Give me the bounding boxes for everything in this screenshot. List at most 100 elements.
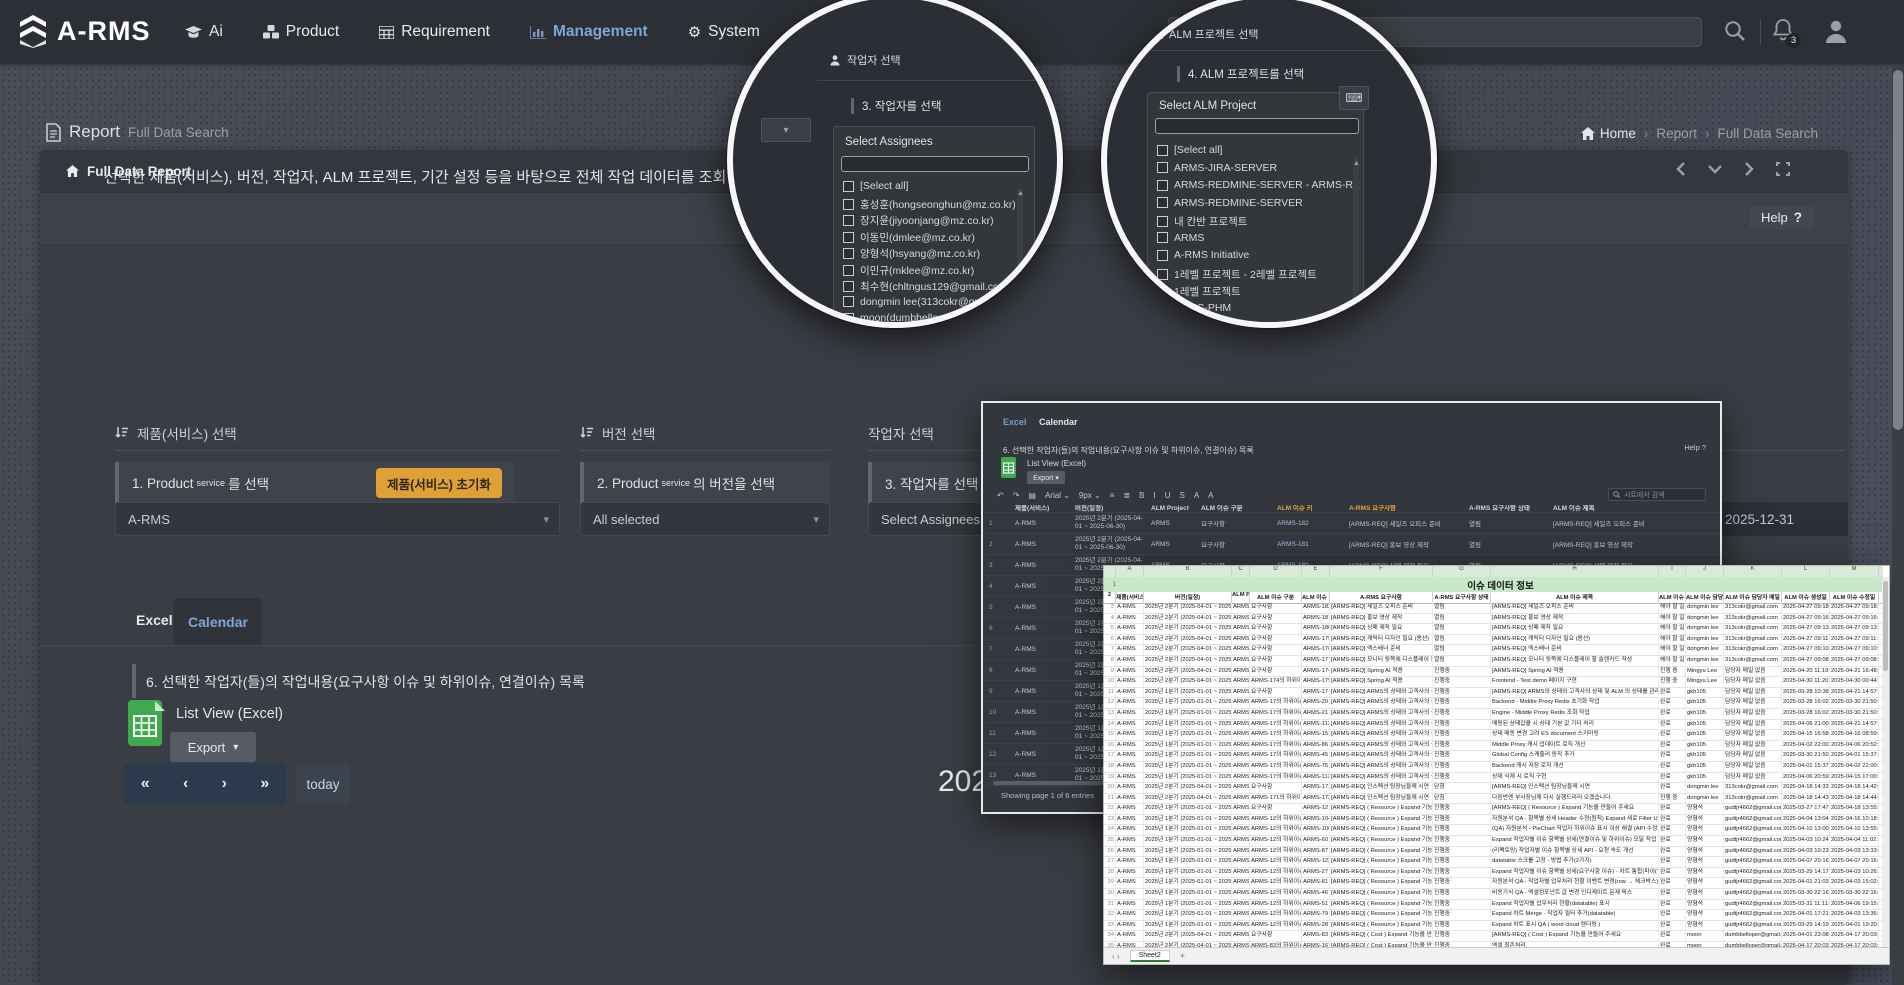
sheet-row[interactable]: 27A-RMS2025년 1분기 (2025-01-01 ~ 2025-03-3… (1104, 857, 1883, 868)
sheet-column-header[interactable]: ALM 이슈 구분 (1250, 592, 1302, 603)
tab-calendar[interactable]: Calendar (174, 598, 262, 645)
sheet-row[interactable]: 4A-RMS2025년 2분기 (2025-04-01 ~ 2025-06-30… (1104, 614, 1883, 625)
sheet-row[interactable]: 16A-RMS2025년 1분기 (2025-01-01 ~ 2025-03-3… (1104, 741, 1883, 752)
win-export-button[interactable]: Export ▾ (1027, 471, 1065, 484)
sheet-row[interactable]: 15A-RMS2025년 1분기 (2025-01-01 ~ 2025-03-3… (1104, 730, 1883, 741)
sheet-row[interactable]: 14A-RMS2025년 1분기 (2025-01-01 ~ 2025-03-3… (1104, 720, 1883, 731)
col-letter[interactable]: I (1659, 566, 1686, 577)
sheet-column-header[interactable]: ALM 이슈 담당자 (1686, 592, 1724, 603)
vertical-scrollbar[interactable] (1882, 577, 1889, 949)
assignee-option[interactable]: 이동민(dmlee@mz.co.kr) (843, 230, 975, 245)
sheet-row[interactable]: 8A-RMS2025년 2분기 (2025-04-01 ~ 2025-06-30… (1104, 656, 1883, 667)
product-reset-button[interactable]: 제품(서비스) 초기화 (376, 468, 502, 498)
sheet-column-header[interactable]: ALM 이슈 담당자 메일 (1724, 592, 1782, 603)
assignee-option[interactable]: 양형석(hsyang@mz.co.kr) (843, 246, 980, 261)
scrollbar-thumb[interactable] (1893, 70, 1903, 430)
checkbox-icon[interactable] (1157, 269, 1168, 280)
column-header[interactable]: ALM 이슈 제목 (1549, 505, 1720, 512)
user-avatar-icon[interactable] (1824, 18, 1848, 44)
list-scrollbar[interactable]: ▲ (1353, 158, 1359, 300)
toolbar-button[interactable]: B (1139, 491, 1144, 500)
alm-option[interactable]: ARMS-JIRA-SERVER (1157, 162, 1277, 174)
alm-option[interactable]: 1레벨 프로젝트 - 2레벨 프로젝트 (1157, 267, 1317, 282)
checkbox-icon[interactable] (843, 232, 854, 243)
sheet-column-header[interactable]: 버전(일정) (1144, 592, 1232, 603)
win-tab-calendar[interactable]: Calendar (1039, 417, 1078, 427)
col-letter[interactable]: K (1724, 566, 1782, 577)
table-row[interactable]: 1A-RMS2025년 2분기 (2025-04-01 ~ 2025-06-30… (985, 513, 1720, 534)
sheet-row[interactable]: 29A-RMS2025년 1분기 (2025-01-01 ~ 2025-03-3… (1104, 878, 1883, 889)
sheet-row[interactable]: 9A-RMS2025년 2분기 (2025-04-01 ~ 2025-06-30… (1104, 667, 1883, 678)
alm-option[interactable]: ARMS (1157, 232, 1204, 244)
assignee-option[interactable]: dongmin lee(313cokr@gmail.com) (843, 296, 1020, 308)
next-button[interactable]: › (216, 775, 233, 793)
product-dropdown[interactable]: A-RMS▾ (115, 502, 560, 536)
menu-item-ai[interactable]: Ai (185, 23, 223, 41)
checkbox-icon[interactable] (843, 313, 854, 324)
col-letter[interactable]: A (1116, 566, 1144, 577)
sheet-column-header[interactable]: ALM 이슈 수정일 (1830, 592, 1879, 603)
export-button[interactable]: Export▾ (170, 732, 256, 762)
column-header[interactable]: ALM 이슈 구분 (1197, 505, 1273, 512)
sheet-row[interactable]: 23A-RMS2025년 1분기 (2025-01-01 ~ 2025-03-3… (1104, 815, 1883, 826)
sheet-row[interactable]: 7A-RMS2025년 2분기 (2025-04-01 ~ 2025-06-30… (1104, 645, 1883, 656)
sheet-row[interactable]: 12A-RMS2025년 1분기 (2025-01-01 ~ 2025-03-3… (1104, 698, 1883, 709)
checkbox-icon[interactable] (1157, 180, 1168, 191)
chevron-down-icon[interactable] (1708, 164, 1722, 174)
assignee-option[interactable]: 장지윤(jiyoonjang@mz.co.kr) (843, 213, 994, 228)
column-header[interactable]: ALM 이슈 키 (1273, 505, 1345, 512)
sheet-row[interactable]: 25A-RMS2025년 1분기 (2025-01-01 ~ 2025-03-3… (1104, 836, 1883, 847)
checkbox-icon[interactable] (1157, 232, 1168, 243)
assignee-option[interactable]: 홍성훈(hongseonghun@mz.co.kr) (843, 197, 1016, 212)
sheet-column-header[interactable]: 제품(서비스) (1116, 592, 1144, 603)
last-page-button[interactable]: » (254, 775, 275, 793)
sheet-row[interactable]: 34A-RMS2025년 2분기 (2025-04-01 ~ 2025-06-3… (1104, 931, 1883, 942)
sheet-column-header[interactable]: ALM 이슈 생성일 (1782, 592, 1830, 603)
sheet-column-header[interactable]: A-RMS 요구사항 상태 (1433, 592, 1491, 603)
sheet-tab[interactable]: Sheet2 (1130, 950, 1170, 962)
checkbox-icon[interactable] (843, 215, 854, 226)
col-letter[interactable]: J (1686, 566, 1724, 577)
app-logo[interactable]: A-RMS (18, 14, 151, 48)
checkbox-icon[interactable] (1157, 162, 1168, 173)
tab-excel[interactable]: Excel (136, 612, 173, 628)
breadcrumb-home[interactable]: Home (1581, 126, 1636, 141)
column-header[interactable]: 제품(서비스) (1011, 505, 1071, 512)
toolbar-button[interactable]: ↶ (997, 491, 1004, 500)
toolbar-button[interactable]: Arial ⌄ (1045, 491, 1070, 500)
assignee-filter-input[interactable] (841, 156, 1029, 172)
toolbar-button[interactable]: ▤ (1028, 491, 1036, 500)
col-letter[interactable]: B (1144, 566, 1232, 577)
checkbox-icon[interactable] (843, 281, 854, 292)
column-header[interactable]: A-RMS 요구사항 상태 (1465, 505, 1549, 512)
chevron-right-icon[interactable] (1744, 162, 1754, 176)
sheet-row[interactable]: 11A-RMS2025년 1분기 (2025-01-01 ~ 2025-03-3… (1104, 688, 1883, 699)
win-sheet-search[interactable]: 시트에서 검색 (1608, 488, 1706, 501)
sheet-row[interactable]: 21A-RMS2025년 2분기 (2025-04-01 ~ 2025-06-3… (1104, 794, 1883, 805)
checkbox-icon[interactable] (843, 181, 854, 192)
sheet-row[interactable]: 17A-RMS2025년 1분기 (2025-01-01 ~ 2025-03-3… (1104, 751, 1883, 762)
assignee-option[interactable]: 이민규(mklee@mz.co.kr) (843, 263, 974, 278)
sheet-row[interactable]: 5A-RMS2025년 2분기 (2025-04-01 ~ 2025-06-30… (1104, 624, 1883, 635)
sheet-column-header[interactable]: ALM 이슈 키 (1302, 592, 1330, 603)
win-tab-excel[interactable]: Excel (1003, 417, 1027, 427)
checkbox-icon[interactable] (843, 296, 854, 307)
toolbar-button[interactable]: ≡ (1110, 491, 1115, 500)
col-letter[interactable]: H (1491, 566, 1659, 577)
checkbox-icon[interactable] (1157, 145, 1168, 156)
sheet-row[interactable]: 6A-RMS2025년 2분기 (2025-04-01 ~ 2025-06-30… (1104, 635, 1883, 646)
menu-item-requirement[interactable]: Requirement (379, 23, 490, 41)
toolbar-button[interactable]: 9px ⌄ (1079, 491, 1101, 500)
checkbox-icon[interactable] (1157, 250, 1168, 261)
chevron-left-icon[interactable] (1676, 162, 1686, 176)
table-row[interactable]: 2A-RMS2025년 2분기 (2025-04-01 ~ 2025-06-30… (985, 534, 1720, 555)
checkbox-icon[interactable] (843, 248, 854, 259)
column-header[interactable]: ALM Project (1147, 505, 1197, 512)
sheet-row[interactable]: 28A-RMS2025년 1분기 (2025-01-01 ~ 2025-03-3… (1104, 868, 1883, 879)
checkbox-icon[interactable] (1157, 216, 1168, 227)
toolbar-button[interactable]: A (1208, 491, 1213, 500)
col-letter[interactable]: E (1302, 566, 1330, 577)
sheet-row[interactable]: 33A-RMS2025년 1분기 (2025-01-01 ~ 2025-03-3… (1104, 921, 1883, 932)
alm-option[interactable]: ARMS-REDMINE-SERVER (1157, 197, 1303, 209)
toolbar-button[interactable]: I (1153, 491, 1155, 500)
